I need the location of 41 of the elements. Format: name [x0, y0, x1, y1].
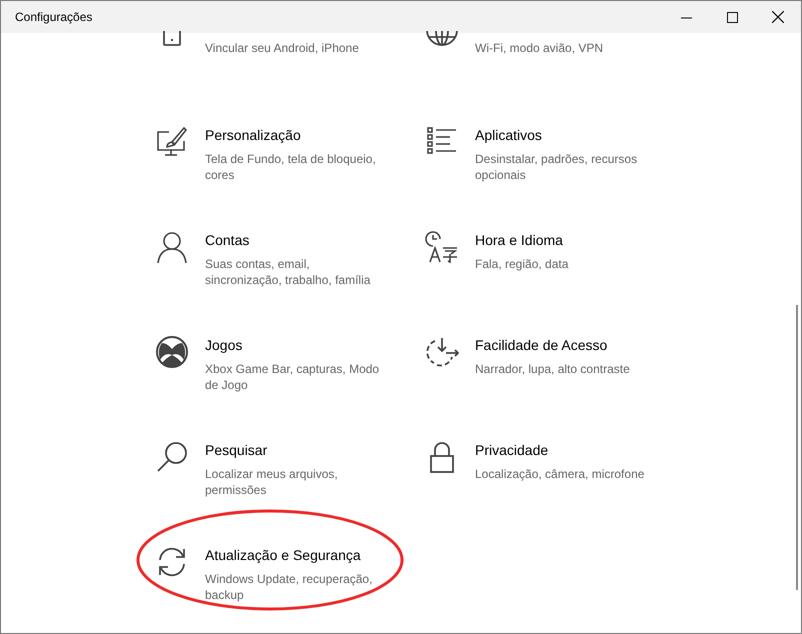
tile-description: Vincular seu Android, iPhone	[205, 40, 360, 56]
scrollbar[interactable]	[796, 305, 798, 590]
settings-tile[interactable]: Aplicativos Desinstalar, padrões, recursos opcionais	[425, 125, 695, 230]
tile-description: Suas contas, email, sincronização, trabalho, família	[205, 256, 372, 288]
clock-letter-icon	[425, 230, 459, 264]
search-icon	[155, 440, 189, 474]
tile-title: Pesquisar	[205, 441, 268, 460]
tile-title: Jogos	[205, 336, 244, 355]
tile-title: Personalização	[205, 126, 302, 145]
tile-title: Facilidade de Acesso	[475, 336, 608, 355]
tile-title: Contas	[205, 231, 250, 250]
monitor-brush-icon	[155, 125, 189, 159]
tile-description: Localização, câmera, microfone	[475, 466, 646, 482]
settings-tile[interactable]: Contas Suas contas, email, sincronização, trabalho, família	[155, 230, 425, 335]
settings-tile[interactable]: Jogos Xbox Game Bar, capturas, Modo de Jogo	[155, 335, 425, 440]
settings-tile[interactable]: Personalização Tela de Fundo, tela de bloqueio, cores	[155, 125, 425, 230]
close-icon	[772, 11, 784, 23]
xbox-icon	[155, 335, 189, 369]
person-icon	[155, 230, 189, 264]
tile-description: Localizar meus arquivos, permissões	[205, 466, 339, 498]
tile-description: Tela de Fundo, tela de bloqueio, cores	[205, 151, 377, 183]
tile-title: Privacidade	[475, 441, 550, 460]
tile-description: Xbox Game Bar, capturas, Modo de Jogo	[205, 361, 380, 393]
tile-title: Atualização e Segurança	[205, 546, 362, 565]
settings-tile[interactable]: Wi-Fi, modo avião, VPN	[425, 33, 695, 125]
settings-tile[interactable]: Facilidade de Acesso Narrador, lupa, alto contraste	[425, 335, 695, 440]
tile-description: Fala, região, data	[475, 256, 570, 272]
settings-tile[interactable]: Pesquisar Localizar meus arquivos, permissões	[155, 440, 425, 545]
tile-title: Aplicativos	[475, 126, 543, 145]
maximize-icon	[726, 12, 738, 22]
tile-description: Wi-Fi, modo avião, VPN	[475, 40, 604, 56]
tile-description: Narrador, lupa, alto contraste	[475, 361, 631, 377]
settings-tile[interactable]: Vincular seu Android, iPhone	[155, 33, 425, 125]
settings-tile[interactable]: Atualização e Segurança Windows Update, recuperação, backup	[155, 545, 425, 633]
dashed-clock-arrow-icon	[425, 335, 459, 369]
window-title: Configurações	[14, 10, 94, 24]
tile-description: Desinstalar, padrões, recursos opcionais	[475, 151, 638, 183]
tile-description: Windows Update, recuperação, backup	[205, 571, 374, 603]
tile-title: Hora e Idioma	[475, 231, 564, 250]
settings-tile[interactable]: Privacidade Localização, câmera, microfone	[425, 440, 695, 545]
settings-tile[interactable]: Hora e Idioma Fala, região, data	[425, 230, 695, 335]
